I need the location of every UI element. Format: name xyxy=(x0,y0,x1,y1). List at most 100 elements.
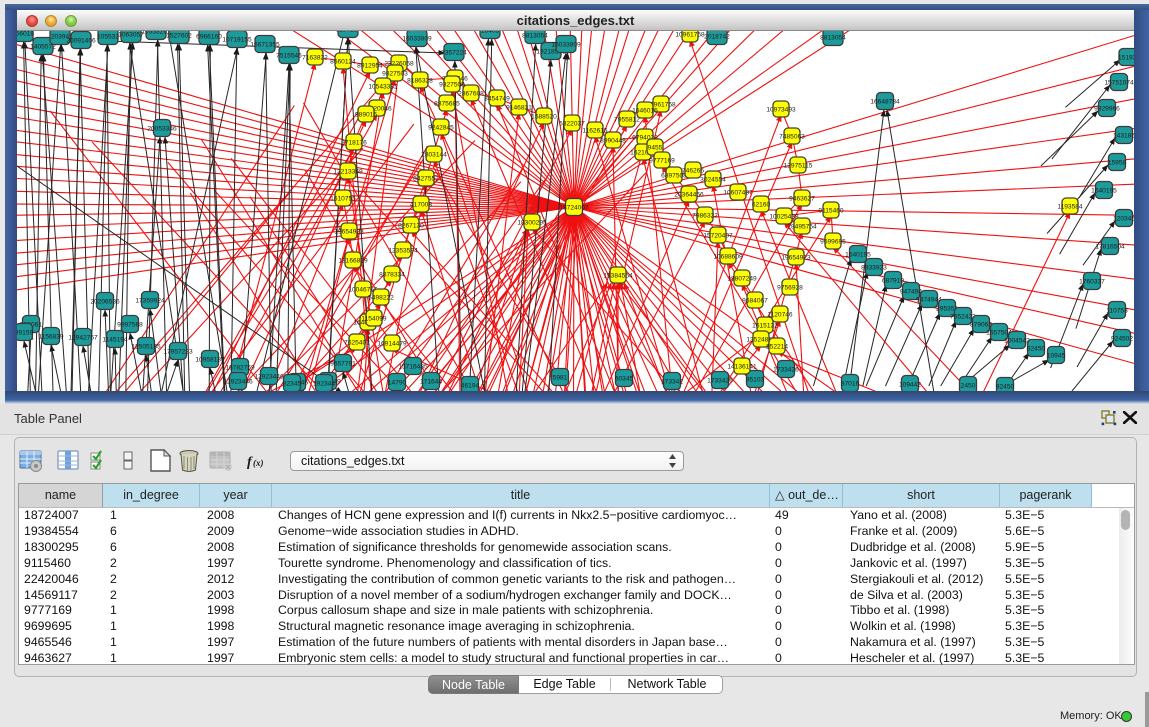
svg-text:1527602: 1527602 xyxy=(166,32,192,39)
svg-text:171644: 171644 xyxy=(420,378,442,385)
svg-text:7955812: 7955812 xyxy=(614,116,640,123)
svg-text:15720407: 15720407 xyxy=(703,232,733,239)
svg-text:1154099: 1154099 xyxy=(361,315,387,322)
svg-text:12923446: 12923446 xyxy=(254,373,284,380)
svg-text:8875685: 8875685 xyxy=(434,100,460,107)
svg-text:17816504: 17816504 xyxy=(1095,243,1125,250)
svg-text:12975115: 12975115 xyxy=(784,162,813,169)
svg-text:16671355: 16671355 xyxy=(250,41,280,48)
svg-text:8912954: 8912954 xyxy=(357,62,383,69)
svg-text:687919: 687919 xyxy=(882,277,904,284)
svg-text:2450: 2450 xyxy=(961,382,976,389)
svg-text:19384554: 19384554 xyxy=(603,272,633,279)
svg-text:1145194: 1145194 xyxy=(102,336,128,343)
svg-text:16648784: 16648784 xyxy=(870,98,900,105)
svg-text:18807249: 18807249 xyxy=(727,275,757,282)
svg-text:417008: 417008 xyxy=(410,201,432,208)
svg-text:2867608: 2867608 xyxy=(458,90,484,97)
svg-text:46194: 46194 xyxy=(461,382,480,389)
svg-text:1588520: 1588520 xyxy=(531,113,557,120)
svg-text:16914479: 16914479 xyxy=(377,340,407,347)
svg-text:20206536: 20206536 xyxy=(90,298,120,305)
svg-text:15751074: 15751074 xyxy=(1104,79,1134,86)
svg-text:60345: 60345 xyxy=(615,375,634,382)
svg-text:1162615: 1162615 xyxy=(582,127,608,134)
svg-text:1063057: 1063057 xyxy=(118,31,144,38)
svg-text:1615132: 1615132 xyxy=(752,322,778,329)
svg-text:10719155: 10719155 xyxy=(222,36,252,43)
svg-text:9777169: 9777169 xyxy=(649,157,675,164)
svg-text:151931: 151931 xyxy=(1118,54,1134,61)
svg-text:7515546: 7515546 xyxy=(276,52,302,59)
svg-text:1120746: 1120746 xyxy=(767,311,793,318)
svg-text:8454749: 8454749 xyxy=(484,95,510,102)
svg-text:1156839: 1156839 xyxy=(38,333,64,340)
svg-text:9242845: 9242845 xyxy=(428,124,454,131)
svg-text:16033809: 16033809 xyxy=(402,35,432,42)
svg-text:2803144: 2803144 xyxy=(421,151,447,158)
svg-text:12353594: 12353594 xyxy=(388,247,418,254)
svg-text:5498222: 5498222 xyxy=(368,294,394,301)
svg-text:3024554: 3024554 xyxy=(700,176,726,183)
svg-text:7625402: 7625402 xyxy=(344,339,370,346)
svg-text:10945: 10945 xyxy=(1047,352,1066,359)
svg-text:9327508: 9327508 xyxy=(439,81,465,88)
svg-text:15958: 15958 xyxy=(1108,159,1127,166)
svg-text:19166829: 19166829 xyxy=(338,257,368,264)
svg-text:989016: 989016 xyxy=(355,111,377,118)
svg-text:20364456: 20364456 xyxy=(674,191,704,198)
svg-text:9756928: 9756928 xyxy=(777,284,803,291)
svg-text:8813054: 8813054 xyxy=(522,32,548,39)
svg-text:9463627: 9463627 xyxy=(789,195,815,202)
svg-text:9329966: 9329966 xyxy=(1094,105,1120,112)
svg-text:(x): (x) xyxy=(253,458,264,468)
svg-text:17359924: 17359924 xyxy=(135,297,165,304)
svg-text:5981: 5981 xyxy=(553,374,568,381)
svg-text:92450: 92450 xyxy=(1027,345,1046,352)
svg-text:7986322: 7986322 xyxy=(692,212,718,219)
svg-text:8267130: 8267130 xyxy=(398,222,424,229)
svg-text:9684067: 9684067 xyxy=(742,297,768,304)
svg-text:173342: 173342 xyxy=(661,378,683,385)
svg-text:19654923: 19654923 xyxy=(781,254,811,261)
svg-text:9657791: 9657791 xyxy=(330,360,356,367)
svg-text:8186328: 8186328 xyxy=(407,77,433,84)
svg-text:1193584: 1193584 xyxy=(1057,203,1083,210)
svg-text:192344: 192344 xyxy=(313,380,335,387)
svg-text:9699695: 9699695 xyxy=(820,238,846,245)
svg-text:92450: 92450 xyxy=(996,383,1015,390)
svg-text:7485063: 7485063 xyxy=(779,133,805,140)
svg-text:1610755: 1610755 xyxy=(330,195,356,202)
svg-text:1733426: 1733426 xyxy=(707,377,733,384)
svg-text:87016: 87016 xyxy=(841,380,860,387)
svg-text:14790: 14790 xyxy=(388,379,407,386)
svg-text:6966160: 6966160 xyxy=(196,33,222,40)
svg-text:1004542: 1004542 xyxy=(1004,337,1030,344)
svg-text:105532: 105532 xyxy=(97,33,119,40)
svg-text:1640195: 1640195 xyxy=(845,251,871,258)
svg-text:1646015: 1646015 xyxy=(632,107,658,114)
svg-text:8427552: 8427552 xyxy=(413,175,439,182)
svg-text:947494: 947494 xyxy=(900,288,922,295)
svg-text:8878334: 8878334 xyxy=(379,271,405,278)
svg-text:12213369: 12213369 xyxy=(333,168,363,175)
svg-text:39159: 39159 xyxy=(17,329,33,336)
svg-text:746266: 746266 xyxy=(682,167,704,174)
svg-text:110753: 110753 xyxy=(1106,307,1128,314)
svg-text:8813054: 8813054 xyxy=(820,34,846,41)
svg-text:252214: 252214 xyxy=(766,343,788,350)
svg-text:1733426: 1733426 xyxy=(773,366,799,373)
svg-text:20091406: 20091406 xyxy=(66,37,96,44)
svg-text:10958187: 10958187 xyxy=(195,356,225,363)
svg-text:18300295: 18300295 xyxy=(517,219,547,226)
svg-text:5322037: 5322037 xyxy=(559,120,585,127)
svg-text:1760337: 1760337 xyxy=(1079,278,1105,285)
svg-text:166018: 166018 xyxy=(17,31,34,37)
svg-text:16033809: 16033809 xyxy=(551,41,581,48)
svg-text:12942757: 12942757 xyxy=(68,334,98,341)
svg-text:12923446: 12923446 xyxy=(223,378,253,385)
svg-text:10961758: 10961758 xyxy=(675,31,705,38)
svg-text:9115460: 9115460 xyxy=(818,207,844,214)
svg-text:2718176: 2718176 xyxy=(341,139,367,146)
svg-text:10688609: 10688609 xyxy=(713,253,743,260)
